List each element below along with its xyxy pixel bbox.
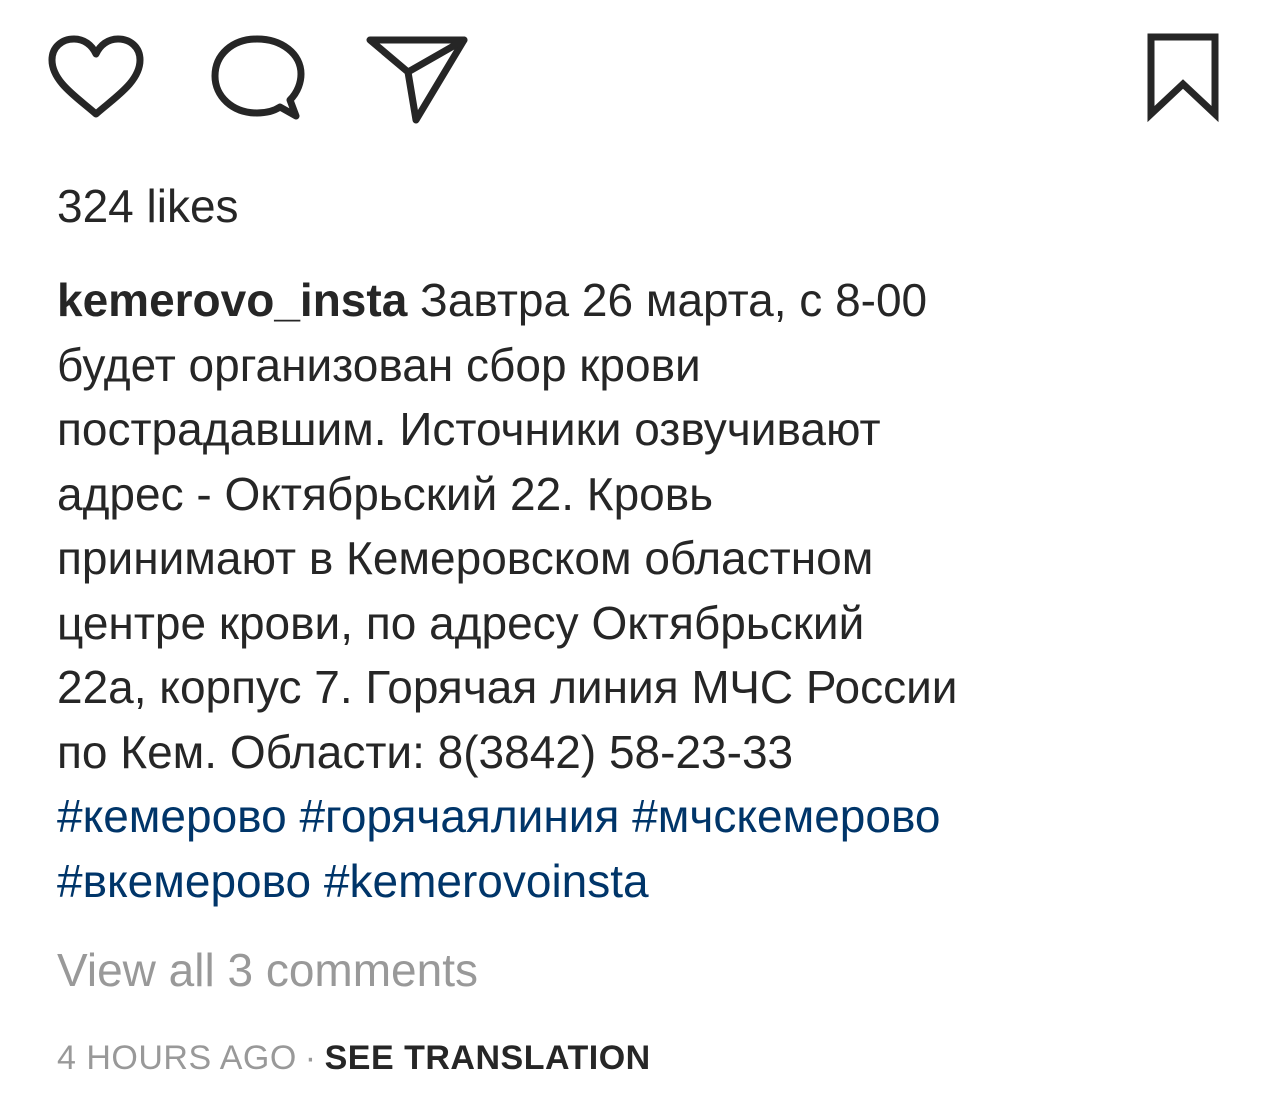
caption-line: центре крови, по адресу Октябрьский: [57, 596, 865, 649]
post-caption: kemerovo_insta Завтра 26 марта, с 8-00 б…: [57, 268, 1237, 913]
hashtag-link[interactable]: #кемерово: [57, 790, 287, 842]
bookmark-icon[interactable]: [1146, 32, 1220, 123]
comment-bubble-icon[interactable]: [211, 35, 305, 120]
post-action-bar: [0, 30, 1273, 125]
caption-line: адрес - Октябрьский 22. Кровь: [57, 467, 714, 520]
caption-line: 22а, корпус 7. Горячая линия МЧС России: [57, 661, 958, 713]
post-author-username[interactable]: kemerovo_insta: [57, 274, 407, 326]
heart-icon[interactable]: [48, 35, 144, 120]
post-timestamp: 4 HOURS AGO: [57, 1039, 297, 1077]
caption-text: Завтра 26 марта, с 8-00: [407, 274, 928, 326]
likes-count[interactable]: 324 likes: [57, 178, 239, 234]
view-all-comments-link[interactable]: View all 3 comments: [57, 942, 478, 998]
caption-line: kemerovo_insta Завтра 26 марта, с 8-00: [57, 268, 1237, 333]
hashtag-link[interactable]: #вкемерово: [57, 855, 311, 907]
paper-plane-icon[interactable]: [366, 34, 468, 124]
caption-line: по Кем. Области: 8(3842) 58-23-33: [57, 725, 794, 778]
hashtag-line: #кемерово #горячаялиния #мчскемерово: [57, 784, 1237, 849]
meta-separator: ·: [304, 1039, 317, 1077]
post-meta: 4 HOURS AGO · SEE TRANSLATION: [57, 1036, 651, 1080]
hashtag-link[interactable]: #мчскемерово: [632, 790, 940, 842]
caption-line: пострадавшим. Источники озвучивают: [57, 403, 881, 455]
hashtag-line: #вкемерово #kemerovoinsta: [57, 849, 1237, 914]
hashtag-link[interactable]: #горячаялиния: [299, 790, 619, 842]
caption-line: принимают в Кемеровском областном: [57, 532, 874, 584]
see-translation-link[interactable]: SEE TRANSLATION: [325, 1039, 651, 1077]
caption-line: будет организован сбор крови: [57, 338, 701, 391]
hashtag-link[interactable]: #kemerovoinsta: [324, 855, 649, 907]
